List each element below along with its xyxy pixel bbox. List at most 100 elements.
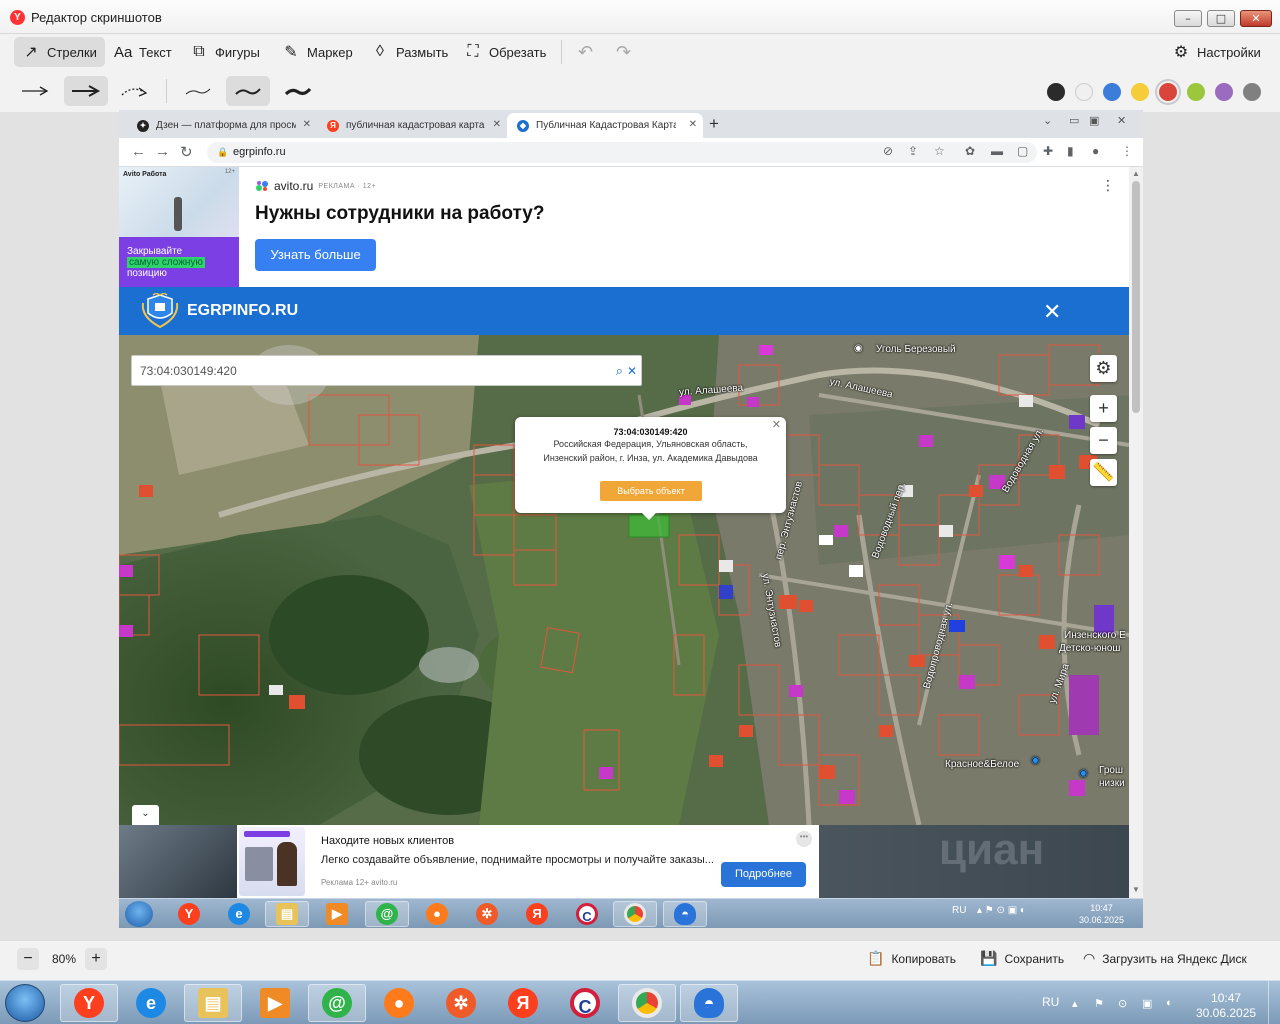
tool-shapes[interactable]: ⧉ Фигуры — [182, 37, 268, 67]
extension-icon[interactable]: ✿ — [965, 144, 975, 158]
shop-pin-icon[interactable]: ◉ — [1079, 768, 1088, 779]
new-tab-button[interactable]: + — [709, 114, 719, 134]
windows-start-icon[interactable] — [125, 901, 153, 927]
tab-close-icon[interactable]: ✕ — [303, 119, 311, 130]
maximize-button[interactable]: □ — [1207, 10, 1235, 27]
close-icon[interactable]: ✕ — [1043, 299, 1061, 325]
tab-close-icon[interactable]: ✕ — [493, 119, 501, 130]
color-swatch[interactable] — [1047, 83, 1065, 101]
color-swatch[interactable] — [1243, 83, 1261, 101]
profile-icon[interactable]: ● — [1092, 144, 1099, 158]
extension-icon[interactable]: ▢ — [1017, 144, 1028, 158]
reload-icon[interactable]: ↻ — [180, 143, 193, 161]
browser-tab-active[interactable]: ◆ Публичная Кадастровая Карта России ✕ — [507, 113, 703, 138]
taskbar-app[interactable]: ◓ — [680, 984, 738, 1022]
taskbar-app[interactable]: ✲ — [465, 901, 509, 927]
menu-icon[interactable]: ⋮ — [1121, 144, 1133, 158]
sidepanel-icon[interactable]: ▮ — [1067, 144, 1074, 158]
scroll-down-icon[interactable]: ▼ — [1132, 885, 1140, 894]
window-min-icon[interactable]: ▭ — [1069, 114, 1079, 127]
taskbar-app[interactable]: ◓ — [663, 901, 707, 927]
upload-disk-button[interactable]: ◠ Загрузить на Яндекс Диск — [1083, 950, 1247, 967]
poi-pin-icon[interactable]: ◉ — [854, 343, 863, 354]
extension-icon[interactable]: ▬ — [991, 144, 1003, 158]
clear-search-icon[interactable]: ✕ — [627, 356, 637, 386]
bottom-ad-banner[interactable]: Находите новых клиентов Легко создавайте… — [119, 825, 1129, 898]
browser-tab[interactable]: ✦ Дзен — платформа для просмотра ✕ — [127, 113, 317, 138]
browser-tab[interactable]: Я публичная кадастровая карта — Я ✕ — [317, 113, 507, 138]
color-swatch[interactable] — [1075, 83, 1093, 101]
tool-text[interactable]: Aa Текст — [106, 37, 180, 67]
tab-search-icon[interactable]: ⌄ — [1043, 114, 1052, 127]
stroke-thin[interactable] — [176, 76, 220, 106]
bookmark-star-icon[interactable]: ☆ — [934, 144, 945, 158]
tray-expand-icon[interactable]: ▴ — [1072, 997, 1078, 1010]
color-swatch[interactable] — [1215, 83, 1233, 101]
ruler-button[interactable]: 📏 — [1090, 459, 1117, 486]
language-indicator[interactable]: RU — [952, 905, 966, 916]
scroll-up-icon[interactable]: ▲ — [1132, 169, 1140, 178]
taskbar-app[interactable]: @ — [308, 984, 366, 1022]
share-icon[interactable]: ⇪ — [908, 144, 918, 158]
color-swatch-selected[interactable] — [1159, 83, 1177, 101]
ad-details-button[interactable]: Подробнее — [721, 862, 806, 887]
color-swatch[interactable] — [1187, 83, 1205, 101]
zoom-out-button[interactable]: − — [17, 948, 39, 970]
taskbar-app[interactable] — [618, 984, 676, 1022]
undo-icon[interactable]: ↶ — [578, 42, 593, 63]
taskbar-app[interactable]: ▤ — [265, 901, 309, 927]
cadastral-map[interactable]: 73:04:030149:420 ⌕ ✕ ⚙ + − 📏 ◉ Уголь Бер… — [119, 335, 1129, 825]
flag-icon[interactable]: ⚑ — [1094, 997, 1104, 1010]
taskbar-app[interactable]: ● — [415, 901, 459, 927]
ad-menu-icon[interactable]: ⋮ — [1101, 177, 1115, 194]
zoom-in-button[interactable]: + — [1090, 395, 1117, 422]
chevron-down-icon[interactable]: ⌄ — [132, 805, 159, 825]
stroke-thick[interactable] — [276, 76, 320, 106]
popup-close-icon[interactable]: ✕ — [772, 418, 781, 431]
close-button[interactable]: ✕ — [1240, 10, 1272, 27]
taskbar-app[interactable]: ● — [370, 984, 428, 1022]
taskbar-app[interactable]: ▤ — [184, 984, 242, 1022]
clock[interactable]: 10:47 30.06.2025 — [1079, 902, 1124, 926]
shop-pin-icon[interactable]: ◉ — [1031, 755, 1040, 766]
stroke-medium[interactable] — [226, 76, 270, 106]
forward-icon[interactable]: → — [155, 143, 170, 160]
zoom-in-button[interactable]: + — [85, 948, 107, 970]
taskbar-app[interactable]: Я — [515, 901, 559, 927]
taskbar-app[interactable]: Y — [60, 984, 118, 1022]
taskbar-app[interactable]: C — [556, 984, 614, 1022]
permission-icon[interactable]: ⊘ — [883, 144, 893, 158]
taskbar-app[interactable]: e — [217, 901, 261, 927]
map-settings-button[interactable]: ⚙ — [1090, 355, 1117, 382]
taskbar-app[interactable] — [613, 901, 657, 927]
puzzle-icon[interactable]: ✚ — [1043, 144, 1053, 158]
clock[interactable]: 10:47 30.06.2025 — [1196, 991, 1256, 1021]
show-desktop-button[interactable] — [1268, 981, 1280, 1024]
screenshot-image[interactable]: ✦ Дзен — платформа для просмотра ✕ Я пуб… — [119, 110, 1143, 928]
save-button[interactable]: 💾 Сохранить — [980, 950, 1064, 967]
taskbar-app[interactable]: Я — [494, 984, 552, 1022]
color-swatch[interactable] — [1103, 83, 1121, 101]
window-max-icon[interactable]: ▣ — [1089, 114, 1099, 127]
arrow-style-dotted[interactable] — [114, 76, 158, 106]
top-ad-banner[interactable]: Avito Работа 12+ Закрывайте самую сложну… — [119, 167, 1129, 287]
settings-button[interactable]: ⚙ Настройки — [1164, 37, 1269, 67]
tray-icons[interactable]: ▴ ⚑ ⊙ ▣ ◐ — [977, 905, 1026, 916]
arrow-style-thin[interactable] — [14, 76, 58, 106]
update-icon[interactable]: ⊙ — [1118, 997, 1127, 1010]
page-scrollbar[interactable]: ▲ ▼ — [1129, 167, 1143, 898]
taskbar-app[interactable]: ▶ — [246, 984, 304, 1022]
copy-button[interactable]: 📋 Копировать — [867, 950, 956, 967]
cadastral-search-input[interactable]: 73:04:030149:420 ⌕ ✕ — [131, 355, 642, 386]
ad-options-icon[interactable]: ••• — [796, 831, 812, 847]
tool-crop[interactable]: ⛶ Обрезать — [456, 37, 554, 67]
tool-arrows[interactable]: ↗ Стрелки — [14, 37, 105, 67]
color-swatch[interactable] — [1131, 83, 1149, 101]
windows-start-icon[interactable] — [5, 984, 45, 1022]
taskbar-app[interactable]: e — [122, 984, 180, 1022]
arrow-style-bold[interactable] — [64, 76, 108, 106]
taskbar-app[interactable]: ▶ — [315, 901, 359, 927]
redo-icon[interactable]: ↷ — [616, 42, 631, 63]
scrollbar-thumb[interactable] — [1132, 181, 1140, 413]
taskbar-app[interactable]: C — [565, 901, 609, 927]
